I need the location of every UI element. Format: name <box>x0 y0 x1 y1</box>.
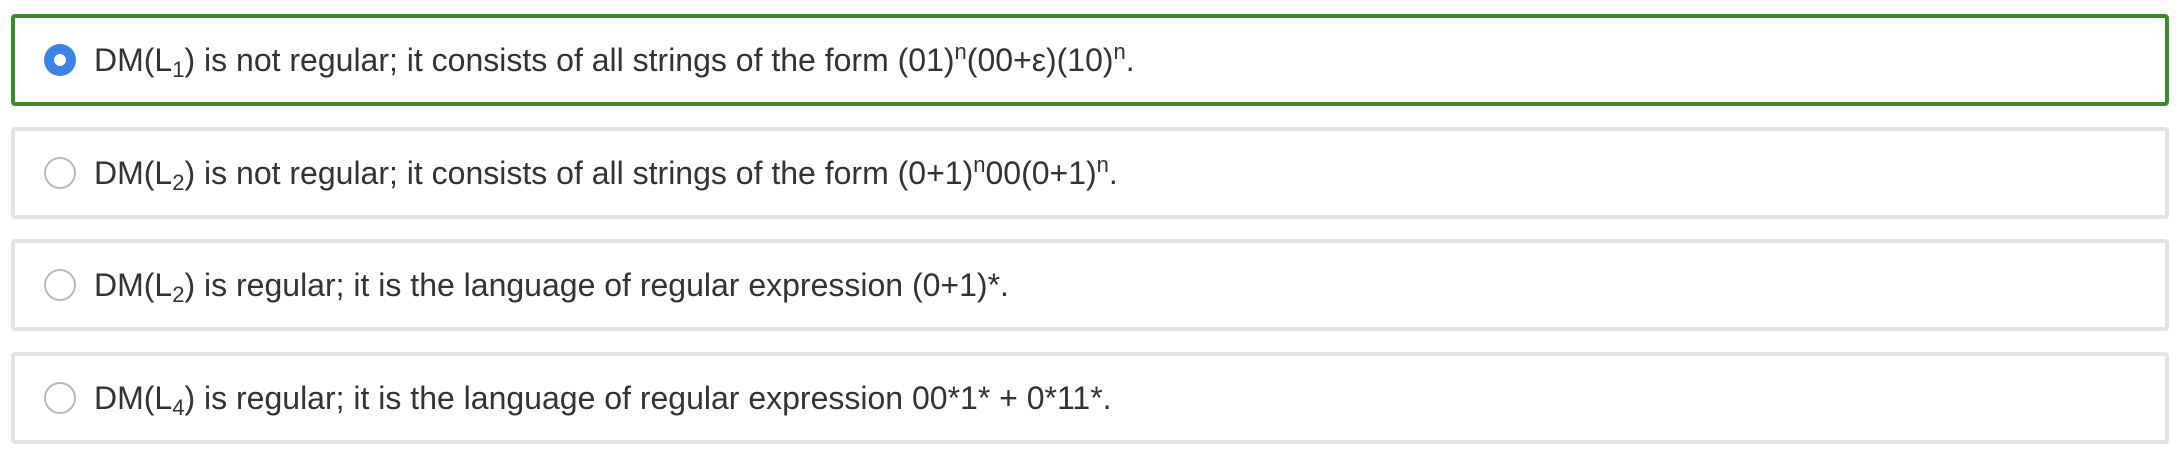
answer-option-label: DM(L2) is not regular; it consists of al… <box>94 152 1118 195</box>
answer-option-label: DM(L4) is regular; it is the language of… <box>94 380 1112 420</box>
radio-button-checked[interactable] <box>44 44 76 76</box>
radio-button[interactable] <box>44 157 76 189</box>
answer-option-label: DM(L1) is not regular; it consists of al… <box>94 39 1135 82</box>
radio-button[interactable] <box>44 382 76 414</box>
answer-option-label: DM(L2) is regular; it is the language of… <box>94 267 1009 307</box>
answer-options: DM(L1) is not regular; it consists of al… <box>0 0 2184 454</box>
answer-option-3[interactable]: DM(L2) is regular; it is the language of… <box>11 239 2169 331</box>
radio-button[interactable] <box>44 269 76 301</box>
answer-option-1[interactable]: DM(L1) is not regular; it consists of al… <box>11 14 2169 106</box>
answer-option-2[interactable]: DM(L2) is not regular; it consists of al… <box>11 127 2169 219</box>
answer-option-4[interactable]: DM(L4) is regular; it is the language of… <box>11 352 2169 444</box>
